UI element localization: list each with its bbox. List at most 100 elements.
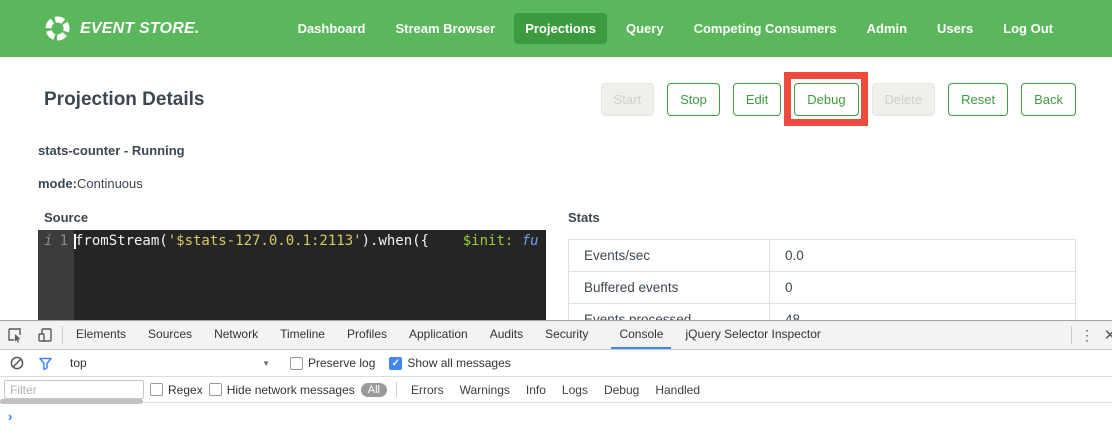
tab-network[interactable]: Network bbox=[206, 321, 266, 349]
main-content: Projection Details Start Stop Edit Debug… bbox=[0, 57, 1112, 320]
nav-item-competing-consumers[interactable]: Competing Consumers bbox=[683, 13, 848, 44]
source-code-editor[interactable]: i 1 fromStream('$stats-127.0.0.1:2113').… bbox=[38, 230, 546, 320]
filter-separator bbox=[396, 382, 397, 397]
code-token bbox=[429, 233, 463, 249]
preserve-log-label: Preserve log bbox=[308, 356, 375, 370]
level-filter-logs[interactable]: Logs bbox=[557, 383, 593, 397]
page-title: Projection Details bbox=[44, 89, 205, 111]
level-filter-handled[interactable]: Handled bbox=[650, 383, 705, 397]
stat-value: 0.0 bbox=[770, 240, 1075, 271]
table-row: Events/sec 0.0 bbox=[569, 240, 1075, 272]
brand-text: EVENT STORE. bbox=[80, 20, 199, 38]
filter-input[interactable] bbox=[4, 380, 144, 399]
action-buttons: Start Stop Edit Debug Delete Reset Back bbox=[601, 83, 1076, 116]
nav-item-query[interactable]: Query bbox=[615, 13, 675, 44]
stat-value: 48 bbox=[770, 304, 1075, 320]
nav-item-dashboard[interactable]: Dashboard bbox=[287, 13, 377, 44]
console-prompt-row[interactable]: › bbox=[0, 403, 1112, 423]
checkbox-unchecked-icon[interactable] bbox=[150, 383, 163, 396]
nav-menu: Dashboard Stream Browser Projections Que… bbox=[287, 13, 1064, 44]
level-filter-errors[interactable]: Errors bbox=[406, 383, 449, 397]
filter-funnel-icon[interactable] bbox=[34, 357, 56, 370]
level-filter-debug[interactable]: Debug bbox=[599, 383, 644, 397]
table-row: Buffered events 0 bbox=[569, 272, 1075, 304]
line-number: 1 bbox=[60, 231, 68, 251]
nav-item-projections[interactable]: Projections bbox=[514, 13, 607, 44]
show-all-messages-checkbox[interactable]: Show all messages bbox=[389, 356, 510, 370]
console-toolbar: top ▼ Preserve log Show all messages bbox=[0, 350, 1112, 377]
execution-context-dropdown[interactable]: top ▼ bbox=[70, 356, 270, 370]
tab-profiles[interactable]: Profiles bbox=[339, 321, 395, 349]
back-button[interactable]: Back bbox=[1021, 83, 1076, 116]
code-token-string: '$stats-127.0.0.1:2113' bbox=[168, 233, 362, 249]
regex-label: Regex bbox=[168, 383, 203, 397]
checkbox-unchecked-icon[interactable] bbox=[290, 357, 303, 370]
checkbox-unchecked-icon[interactable] bbox=[209, 383, 222, 396]
console-prompt-chevron-icon: › bbox=[8, 410, 12, 423]
stop-button[interactable]: Stop bbox=[667, 83, 720, 116]
console-messages-area[interactable]: › bbox=[0, 403, 1112, 441]
mode-value: Continuous bbox=[77, 176, 143, 191]
debug-button[interactable]: Debug bbox=[794, 83, 858, 116]
code-line[interactable]: fromStream('$stats-127.0.0.1:2113').when… bbox=[74, 230, 546, 320]
tab-elements[interactable]: Elements bbox=[68, 321, 134, 349]
nav-item-admin[interactable]: Admin bbox=[856, 13, 918, 44]
eventstore-logo-icon bbox=[44, 15, 71, 42]
level-filter-warnings[interactable]: Warnings bbox=[455, 383, 515, 397]
execution-context-value: top bbox=[70, 356, 87, 370]
gutter-info-annotation-icon: i bbox=[44, 231, 52, 251]
hide-network-messages-label: Hide network messages bbox=[227, 383, 355, 397]
chevron-down-icon: ▼ bbox=[262, 359, 270, 368]
stat-key: Events processed bbox=[569, 304, 770, 320]
stats-table: Events/sec 0.0 Buffered events 0 Events … bbox=[568, 239, 1076, 320]
tab-application[interactable]: Application bbox=[401, 321, 476, 349]
nav-item-log-out[interactable]: Log Out bbox=[992, 13, 1064, 44]
edit-button[interactable]: Edit bbox=[733, 83, 781, 116]
tab-sources[interactable]: Sources bbox=[140, 321, 200, 349]
code-token: fromStream( bbox=[75, 233, 168, 249]
start-button[interactable]: Start bbox=[601, 83, 654, 116]
nav-item-users[interactable]: Users bbox=[926, 13, 984, 44]
code-token-init: $init: bbox=[463, 233, 514, 249]
editor-gutter: i 1 bbox=[38, 230, 74, 320]
mode-label: mode: bbox=[38, 176, 77, 191]
regex-checkbox[interactable]: Regex bbox=[150, 383, 203, 397]
source-section: Source i 1 fromStream('$stats-127.0.0.1:… bbox=[38, 210, 546, 320]
tab-console[interactable]: Console bbox=[611, 321, 671, 349]
console-filter-row: Regex Hide network messages All Errors W… bbox=[0, 377, 1112, 403]
tabbar-separator bbox=[62, 326, 63, 344]
inspect-element-icon[interactable] bbox=[0, 321, 30, 349]
device-toolbar-icon[interactable] bbox=[30, 321, 60, 349]
table-row: Events processed 48 bbox=[569, 304, 1075, 320]
hide-network-messages-checkbox[interactable]: Hide network messages bbox=[209, 383, 355, 397]
horizontal-scrollbar-thumb[interactable] bbox=[0, 399, 143, 404]
reset-button[interactable]: Reset bbox=[948, 83, 1008, 116]
show-all-messages-label: Show all messages bbox=[407, 356, 510, 370]
tab-jquery-selector-inspector[interactable]: jQuery Selector Inspector bbox=[677, 321, 828, 349]
projection-mode: mode:Continuous bbox=[38, 176, 1076, 191]
level-filter-info[interactable]: Info bbox=[521, 383, 551, 397]
brand[interactable]: EVENT STORE. bbox=[44, 15, 199, 42]
devtools-menu-icon[interactable]: ⋮ bbox=[1074, 321, 1100, 349]
tab-timeline[interactable]: Timeline bbox=[272, 321, 333, 349]
top-navbar: EVENT STORE. Dashboard Stream Browser Pr… bbox=[0, 0, 1112, 57]
stat-key: Events/sec bbox=[569, 240, 770, 271]
devtools-close-icon[interactable]: ✕ bbox=[1100, 321, 1112, 349]
devtools-tabbar: Elements Sources Network Timeline Profil… bbox=[0, 321, 1112, 350]
level-filter-all[interactable]: All bbox=[361, 383, 387, 397]
devtools-panel: Elements Sources Network Timeline Profil… bbox=[0, 320, 1112, 440]
stats-heading: Stats bbox=[568, 210, 1076, 225]
tab-audits[interactable]: Audits bbox=[482, 321, 531, 349]
stat-key: Buffered events bbox=[569, 272, 770, 303]
checkbox-checked-icon[interactable] bbox=[389, 357, 402, 370]
projection-status: stats-counter - Running bbox=[38, 143, 1076, 158]
code-token: ).when({ bbox=[362, 233, 429, 249]
preserve-log-checkbox[interactable]: Preserve log bbox=[290, 356, 375, 370]
clear-console-icon[interactable] bbox=[6, 356, 28, 370]
stats-section: Stats Events/sec 0.0 Buffered events 0 E… bbox=[568, 210, 1076, 320]
source-heading: Source bbox=[44, 210, 546, 225]
nav-item-stream-browser[interactable]: Stream Browser bbox=[384, 13, 506, 44]
tab-security[interactable]: Security bbox=[537, 321, 596, 349]
tabbar-separator bbox=[1071, 326, 1072, 344]
delete-button[interactable]: Delete bbox=[872, 83, 936, 116]
